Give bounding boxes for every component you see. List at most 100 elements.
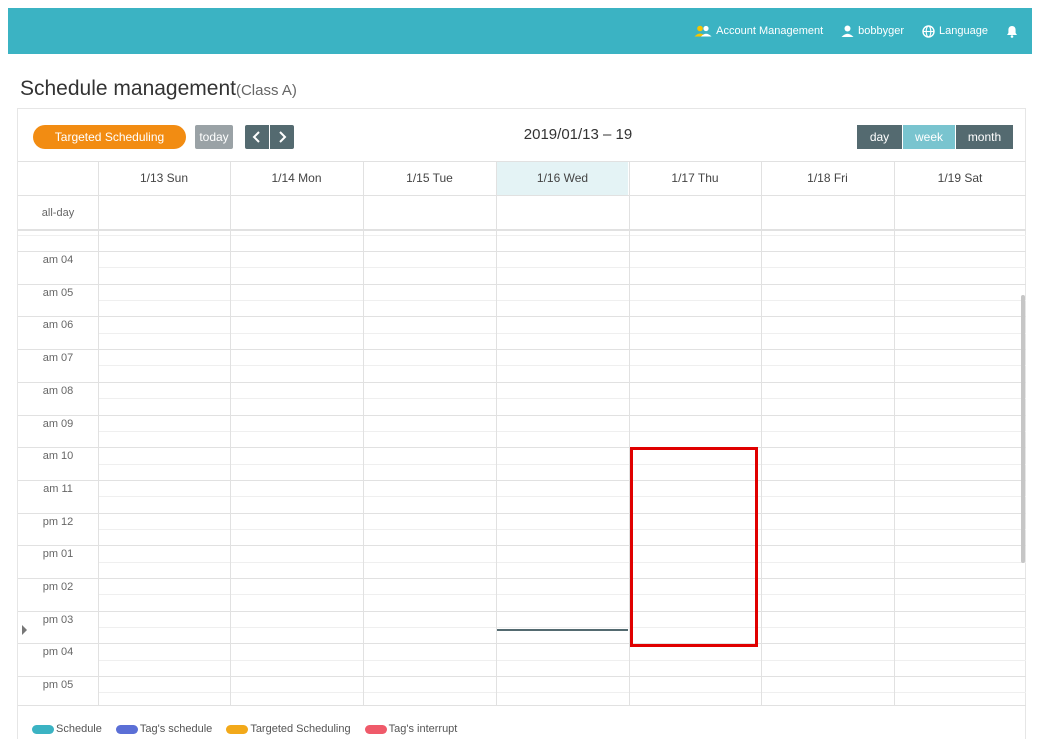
hour-line [18,283,1026,285]
account-management-link[interactable]: Account Management [694,25,823,37]
user-icon [841,25,854,37]
time-slot-label: pm 03 [42,613,74,626]
half-hour-line [98,398,1026,400]
hour-line [18,512,1026,514]
bell-icon [1006,25,1018,38]
selected-time-range[interactable] [630,447,758,647]
half-hour-line [98,463,1026,465]
notifications-button[interactable] [1006,25,1018,38]
time-slot-label: am 10 [42,450,74,463]
page-title: Schedule management(Class A) [20,77,297,101]
time-slot-label: am 08 [42,384,74,397]
column-line [230,161,231,706]
half-hour-line [98,594,1026,596]
top-navigation-bar: Account Management bobbyger Language [8,8,1032,54]
half-hour-line [98,496,1026,498]
legend-swatch [226,724,249,734]
legend-label: Targeted Scheduling [250,723,351,735]
language-label: Language [939,25,988,37]
legend-label: Tag's schedule [139,723,213,735]
time-slot-label: am 05 [42,286,74,299]
half-hour-line [98,692,1026,694]
day-header[interactable]: 1/19 Sat [894,161,1026,195]
chevron-right-icon [279,131,287,143]
legend-label: Schedule [56,723,102,735]
legend-swatch [115,724,138,734]
time-slot-label: pm 01 [42,548,74,561]
half-hour-line [98,300,1026,302]
half-hour-line [98,659,1026,661]
half-hour-line [98,332,1026,334]
hour-line [18,316,1026,318]
half-hour-line [98,561,1026,563]
legend: Schedule Tag's schedule Targeted Schedulin… [32,723,471,735]
hour-line [18,447,1026,449]
calendar-panel: Targeted Scheduling today 2019/01/13 – 1… [17,108,1026,739]
globe-icon [922,24,935,38]
column-line [894,161,895,706]
hour-line [18,545,1026,547]
time-slot-label: am 11 [43,482,73,495]
hour-line [18,676,1026,678]
prev-week-button[interactable] [245,125,269,149]
today-button[interactable]: today [195,125,233,149]
legend-item: Schedule [32,723,102,735]
hour-line [18,479,1026,481]
hour-line [18,349,1026,351]
top-nav-menu: Account Management bobbyger Language [694,8,1018,54]
users-icon [694,25,712,37]
day-header[interactable]: 1/18 Fri [761,161,894,195]
time-slot-label: am 09 [42,417,74,430]
legend-swatch [364,724,387,734]
date-range-label: 2019/01/13 – 19 [523,126,633,143]
current-time-line [497,629,628,631]
time-slot-label: am 04 [42,254,74,266]
legend-label: Tag's interrupt [388,723,458,735]
time-slot-label: pm 05 [42,679,74,692]
day-header[interactable]: 1/16 Wed [496,161,629,195]
time-slot-label: am 07 [42,352,74,365]
all-day-label: all-day [41,207,75,219]
calendar-scrollbar[interactable] [1021,295,1025,563]
grid-line [18,195,1026,196]
legend-swatch [32,724,54,734]
view-week-button[interactable]: week [903,125,955,149]
user-menu[interactable]: bobbyger [841,25,904,37]
time-slot-label: pm 02 [42,581,74,593]
next-week-button[interactable] [270,125,294,149]
hour-line [18,251,1026,252]
hour-line [18,643,1026,645]
half-hour-line [98,528,1026,530]
account-management-label: Account Management [716,25,824,37]
column-line [761,161,762,706]
targeted-scheduling-button[interactable]: Targeted Scheduling [33,125,186,149]
half-hour-line [98,267,1026,269]
grid-line [18,234,1026,236]
view-day-button[interactable]: day [857,125,902,149]
username-label: bobbyger [858,25,905,37]
current-time-arrow [22,625,27,635]
hour-line [18,578,1026,579]
hour-line [18,414,1026,416]
grid-line [18,705,1026,707]
time-slot-label: pm 12 [42,515,74,528]
page-title-text: Schedule management [20,77,236,100]
page-subtitle: (Class A) [235,82,297,99]
day-header[interactable]: 1/17 Thu [629,161,761,195]
day-header[interactable]: 1/15 Tue [363,161,496,195]
grid-line [18,230,1026,231]
day-header[interactable]: 1/13 Sun [98,161,230,195]
half-hour-line [98,627,1026,629]
legend-item: Tag's schedule [115,723,213,735]
hour-line [18,610,1026,612]
day-header[interactable]: 1/14 Mon [230,161,363,195]
language-menu[interactable]: Language [922,24,988,38]
half-hour-line [98,430,1026,432]
view-month-button[interactable]: month [956,125,1013,149]
time-slot-label: pm 04 [42,646,74,659]
half-hour-line [98,365,1026,367]
column-line [363,161,364,706]
legend-item: Targeted Scheduling [226,723,351,735]
legend-item: Tag's interrupt [364,723,458,735]
column-line [496,161,497,706]
